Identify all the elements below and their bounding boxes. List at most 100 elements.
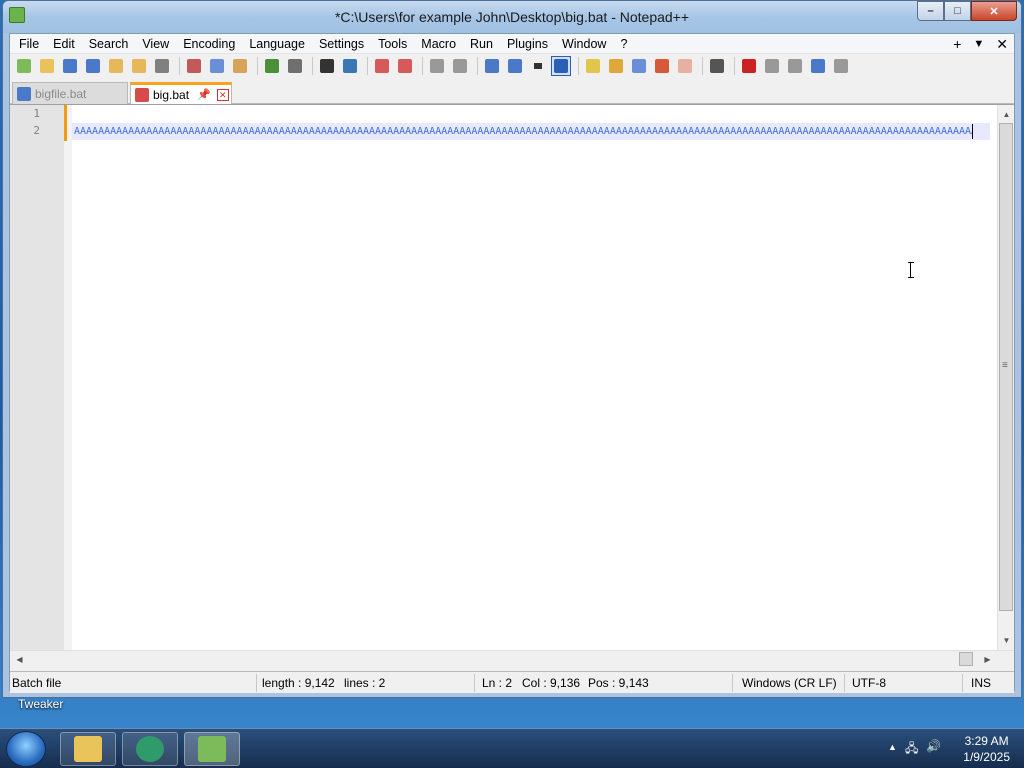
print-button[interactable] bbox=[152, 56, 172, 76]
run-macro-multiple-button[interactable] bbox=[808, 56, 828, 76]
menu-file[interactable]: File bbox=[12, 34, 46, 54]
close-all-button[interactable] bbox=[129, 56, 149, 76]
save-button[interactable] bbox=[60, 56, 80, 76]
maximize-button[interactable]: □ bbox=[944, 1, 971, 21]
taskbar-edge[interactable] bbox=[122, 732, 178, 766]
folder-icon bbox=[74, 736, 102, 762]
show-all-chars-button[interactable] bbox=[505, 56, 525, 76]
dropdown-icon bbox=[534, 63, 542, 69]
monitor-button[interactable] bbox=[707, 56, 727, 76]
redo-button[interactable] bbox=[285, 56, 305, 76]
folder-workspace-button[interactable] bbox=[652, 56, 672, 76]
save-macro-icon bbox=[834, 59, 848, 73]
status-encoding[interactable]: UTF-8 bbox=[852, 676, 886, 690]
taskbar-notepadpp[interactable] bbox=[184, 732, 240, 766]
desktop-icon-label[interactable]: Tweaker bbox=[18, 697, 63, 711]
replace-button[interactable] bbox=[340, 56, 360, 76]
title-bar[interactable]: *C:\Users\for example John\Desktop\big.b… bbox=[3, 1, 1021, 33]
show-hidden-icons-arrow-icon[interactable]: ▲ bbox=[888, 739, 897, 760]
play-macro-button[interactable] bbox=[785, 56, 805, 76]
vertical-scroll-thumb[interactable]: ≡ bbox=[999, 123, 1013, 611]
sync-vertical-button[interactable] bbox=[427, 56, 447, 76]
status-length: length : 9,142 bbox=[262, 676, 335, 690]
open-file-button[interactable] bbox=[37, 56, 57, 76]
dropdown-button[interactable] bbox=[528, 56, 548, 76]
cut-button[interactable] bbox=[184, 56, 204, 76]
menu-view[interactable]: View bbox=[135, 34, 176, 54]
code-line-2[interactable]: AAAAAAAAAAAAAAAAAAAAAAAAAAAAAAAAAAAAAAAA… bbox=[74, 124, 972, 139]
word-wrap-button[interactable] bbox=[482, 56, 502, 76]
menu-macro[interactable]: Macro bbox=[414, 34, 463, 54]
zoom-in-button[interactable] bbox=[372, 56, 392, 76]
document-list-button[interactable] bbox=[675, 56, 695, 76]
menu-tools[interactable]: Tools bbox=[371, 34, 414, 54]
close-tab-icon[interactable]: ✕ bbox=[216, 88, 229, 101]
toolbar-separator bbox=[702, 57, 703, 75]
undo-button[interactable] bbox=[262, 56, 282, 76]
copy-button[interactable] bbox=[207, 56, 227, 76]
status-lines: lines : 2 bbox=[344, 676, 386, 690]
network-icon[interactable]: 🖧 bbox=[905, 739, 918, 760]
close-all-icon bbox=[132, 59, 146, 73]
status-insert-mode[interactable]: INS bbox=[971, 676, 991, 690]
sync-horizontal-button[interactable] bbox=[450, 56, 470, 76]
editor-area[interactable]: 1 2 AAAAAAAAAAAAAAAAAAAAAAAAAAAAAAAAAAAA… bbox=[10, 104, 1014, 667]
start-button[interactable] bbox=[6, 731, 46, 767]
function-list-button[interactable] bbox=[606, 56, 626, 76]
tab-bar: bigfile.bat big.bat 📌 ✕ bbox=[10, 80, 1014, 104]
menu-right-controls: + ▼ ✕ bbox=[953, 34, 1008, 54]
scroll-down-arrow-icon[interactable]: ▼ bbox=[999, 633, 1014, 648]
menu-plugins[interactable]: Plugins bbox=[500, 34, 555, 54]
close-document-button[interactable]: ✕ bbox=[996, 34, 1008, 54]
menu-settings[interactable]: Settings bbox=[312, 34, 371, 54]
scroll-left-arrow-icon[interactable]: ◀ bbox=[12, 652, 27, 667]
tab-list-dropdown-button[interactable]: ▼ bbox=[973, 34, 984, 54]
run-macro-multiple-icon bbox=[811, 59, 825, 73]
menu-help[interactable]: ? bbox=[613, 34, 634, 54]
fold-margin[interactable] bbox=[64, 105, 72, 667]
stop-macro-button[interactable] bbox=[762, 56, 782, 76]
mouse-ibeam-cursor bbox=[908, 262, 914, 278]
notepadpp-icon bbox=[198, 736, 226, 762]
language-icon bbox=[586, 59, 600, 73]
status-eol-format[interactable]: Windows (CR LF) bbox=[742, 676, 837, 690]
taskbar-explorer[interactable] bbox=[60, 732, 116, 766]
clock[interactable]: 3:29 AM 1/9/2025 bbox=[963, 733, 1010, 765]
menu-search[interactable]: Search bbox=[82, 34, 136, 54]
text-caret bbox=[972, 124, 973, 139]
volume-icon[interactable]: 🔊 bbox=[926, 739, 941, 760]
window-controls: – □ ✕ bbox=[917, 1, 1017, 21]
menu-run[interactable]: Run bbox=[463, 34, 500, 54]
find-button[interactable] bbox=[317, 56, 337, 76]
language-button[interactable] bbox=[583, 56, 603, 76]
doc-map-button[interactable] bbox=[629, 56, 649, 76]
save-all-button[interactable] bbox=[83, 56, 103, 76]
paste-icon bbox=[233, 59, 247, 73]
record-macro-button[interactable] bbox=[739, 56, 759, 76]
zoom-out-button[interactable] bbox=[395, 56, 415, 76]
menu-language[interactable]: Language bbox=[242, 34, 312, 54]
menu-window[interactable]: Window bbox=[555, 34, 613, 54]
scroll-up-arrow-icon[interactable]: ▲ bbox=[999, 107, 1014, 122]
menu-encoding[interactable]: Encoding bbox=[176, 34, 242, 54]
new-file-button[interactable] bbox=[14, 56, 34, 76]
horizontal-scroll-thumb[interactable] bbox=[959, 652, 973, 666]
toolbar-separator bbox=[734, 57, 735, 75]
tab-bigfile-bat[interactable]: bigfile.bat bbox=[12, 82, 128, 104]
scroll-right-arrow-icon[interactable]: ▶ bbox=[980, 652, 995, 667]
pin-icon[interactable]: 📌 bbox=[197, 88, 211, 101]
menu-edit[interactable]: Edit bbox=[46, 34, 82, 54]
zoom-out-icon bbox=[398, 59, 412, 73]
indent-guide-button[interactable] bbox=[551, 56, 571, 76]
close-window-button[interactable]: ✕ bbox=[971, 1, 1017, 21]
minimize-button[interactable]: – bbox=[917, 1, 944, 21]
horizontal-scrollbar[interactable]: ◀ ▶ bbox=[10, 650, 1014, 667]
add-new-tab-button[interactable]: + bbox=[953, 34, 961, 54]
close-button[interactable] bbox=[106, 56, 126, 76]
vertical-scrollbar[interactable]: ▲ ≡ ▼ bbox=[997, 105, 1014, 650]
paste-button[interactable] bbox=[230, 56, 250, 76]
save-macro-button[interactable] bbox=[831, 56, 851, 76]
show-all-chars-icon bbox=[508, 59, 522, 73]
status-divider bbox=[844, 674, 845, 692]
tab-big-bat[interactable]: big.bat 📌 ✕ bbox=[130, 82, 232, 104]
